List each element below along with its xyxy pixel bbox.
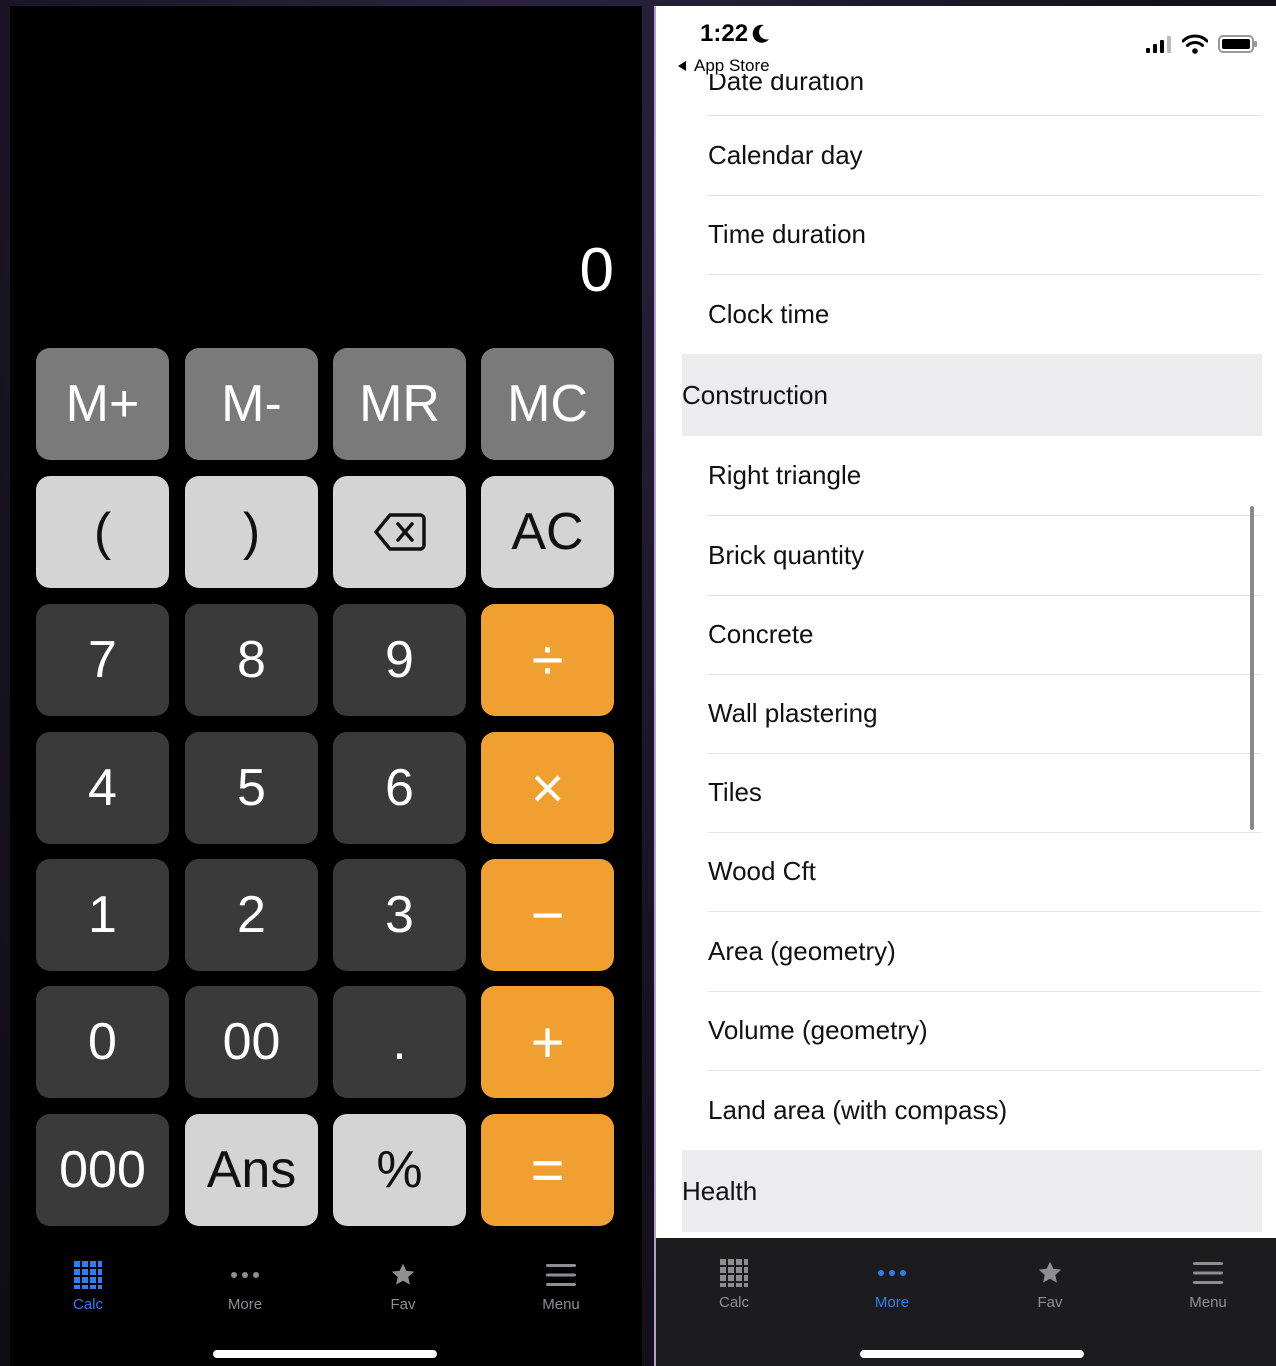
tab-label: Fav (390, 1296, 416, 1313)
list-item[interactable]: Volume (geometry) (708, 991, 1262, 1071)
signal-icon (1146, 36, 1171, 53)
list-item[interactable]: Area (geometry) (708, 912, 1262, 992)
m-plus-button[interactable]: M+ (36, 348, 169, 460)
keypad: M+ M- MR MC ( ) AC 7 8 9 ÷ 4 5 6 × 1 2 3… (10, 6, 642, 1246)
list-tab-bar: Calc More Fav Menu (656, 1238, 1276, 1366)
triple-zero-button[interactable]: 000 (36, 1114, 169, 1226)
hamburger-icon (1192, 1258, 1224, 1288)
close-paren-button[interactable]: ) (185, 476, 318, 588)
digit-1-button[interactable]: 1 (36, 859, 169, 971)
list-item[interactable]: Right triangle (708, 436, 1262, 516)
percent-button[interactable]: % (333, 1114, 466, 1226)
tab-menu[interactable]: Menu (501, 1260, 621, 1313)
section-header-health: Health (682, 1150, 1262, 1232)
digit-9-button[interactable]: 9 (333, 604, 466, 716)
status-time-text: 1:22 (700, 20, 749, 47)
equals-button[interactable]: = (481, 1114, 614, 1226)
digit-7-button[interactable]: 7 (36, 604, 169, 716)
m-minus-button[interactable]: M- (185, 348, 318, 460)
divider (708, 82, 1262, 116)
mr-button[interactable]: MR (333, 348, 466, 460)
digit-0-button[interactable]: 0 (36, 986, 169, 1098)
tab-fav[interactable]: Fav (343, 1260, 463, 1313)
tab-fav[interactable]: Fav (990, 1258, 1110, 1311)
minus-button[interactable]: − (481, 859, 614, 971)
calculator-screen: 0 M+ M- MR MC ( ) AC 7 8 9 ÷ 4 5 6 × 1 2… (10, 6, 642, 1366)
star-icon (1034, 1258, 1066, 1288)
tab-label: Calc (718, 1294, 749, 1311)
moon-icon (752, 24, 770, 43)
battery-icon (1218, 35, 1257, 53)
backspace-icon (373, 513, 426, 551)
tab-label: More (874, 1294, 910, 1311)
tab-label: More (227, 1296, 263, 1313)
digit-4-button[interactable]: 4 (36, 732, 169, 844)
tab-label: Fav (1037, 1294, 1063, 1311)
grid-icon (718, 1258, 750, 1288)
home-indicator[interactable] (213, 1350, 437, 1358)
list-item[interactable]: Clock time (708, 274, 1262, 354)
list-screen: 1:22 App Store Date duration Calendar da… (654, 6, 1276, 1366)
list-item[interactable]: Concrete (708, 595, 1262, 675)
list-item[interactable]: Land area (with compass) (708, 1070, 1262, 1150)
wifi-icon (1182, 34, 1208, 54)
back-label: App Store (694, 56, 770, 75)
home-indicator[interactable] (860, 1350, 1084, 1358)
ans-button[interactable]: Ans (185, 1114, 318, 1226)
backspace-button[interactable] (333, 476, 466, 588)
tab-more[interactable]: More (832, 1258, 952, 1311)
status-icons (1146, 34, 1258, 54)
double-zero-button[interactable]: 00 (185, 986, 318, 1098)
back-triangle-icon (678, 61, 686, 71)
calculator-tab-bar: Calc More Fav Menu (10, 1240, 642, 1366)
ellipsis-icon (876, 1258, 908, 1288)
ellipsis-icon (229, 1260, 261, 1290)
decimal-point-button[interactable]: . (333, 986, 466, 1098)
list-item[interactable]: Brick quantity (708, 516, 1262, 596)
tab-menu[interactable]: Menu (1148, 1258, 1268, 1311)
digit-2-button[interactable]: 2 (185, 859, 318, 971)
grid-icon (72, 1260, 104, 1290)
divide-button[interactable]: ÷ (481, 604, 614, 716)
multiply-button[interactable]: × (481, 732, 614, 844)
back-to-app-store[interactable]: App Store (676, 56, 770, 76)
open-paren-button[interactable]: ( (36, 476, 169, 588)
digit-5-button[interactable]: 5 (185, 732, 318, 844)
list-item[interactable]: Tiles (708, 753, 1262, 833)
tab-label: Calc (72, 1296, 103, 1313)
scroll-indicator[interactable] (1250, 506, 1254, 830)
tab-calc[interactable]: Calc (674, 1258, 794, 1311)
tab-more[interactable]: More (185, 1260, 305, 1313)
star-icon (387, 1260, 419, 1290)
section-header-construction: Construction (682, 354, 1262, 436)
digit-8-button[interactable]: 8 (185, 604, 318, 716)
list-item[interactable]: Wood Cft (708, 832, 1262, 912)
digit-3-button[interactable]: 3 (333, 859, 466, 971)
hamburger-icon (545, 1260, 577, 1290)
ac-button[interactable]: AC (481, 476, 614, 588)
tab-label: Menu (1189, 1294, 1227, 1311)
list-item[interactable]: Wall plastering (708, 674, 1262, 754)
tab-label: Menu (542, 1296, 580, 1313)
list-item[interactable]: Time duration (708, 195, 1262, 275)
tab-calc[interactable]: Calc (28, 1260, 148, 1313)
digit-6-button[interactable]: 6 (333, 732, 466, 844)
plus-button[interactable]: + (481, 986, 614, 1098)
mc-button[interactable]: MC (481, 348, 614, 460)
status-time: 1:22 (700, 20, 770, 48)
list-item[interactable]: Calendar day (708, 116, 1262, 196)
